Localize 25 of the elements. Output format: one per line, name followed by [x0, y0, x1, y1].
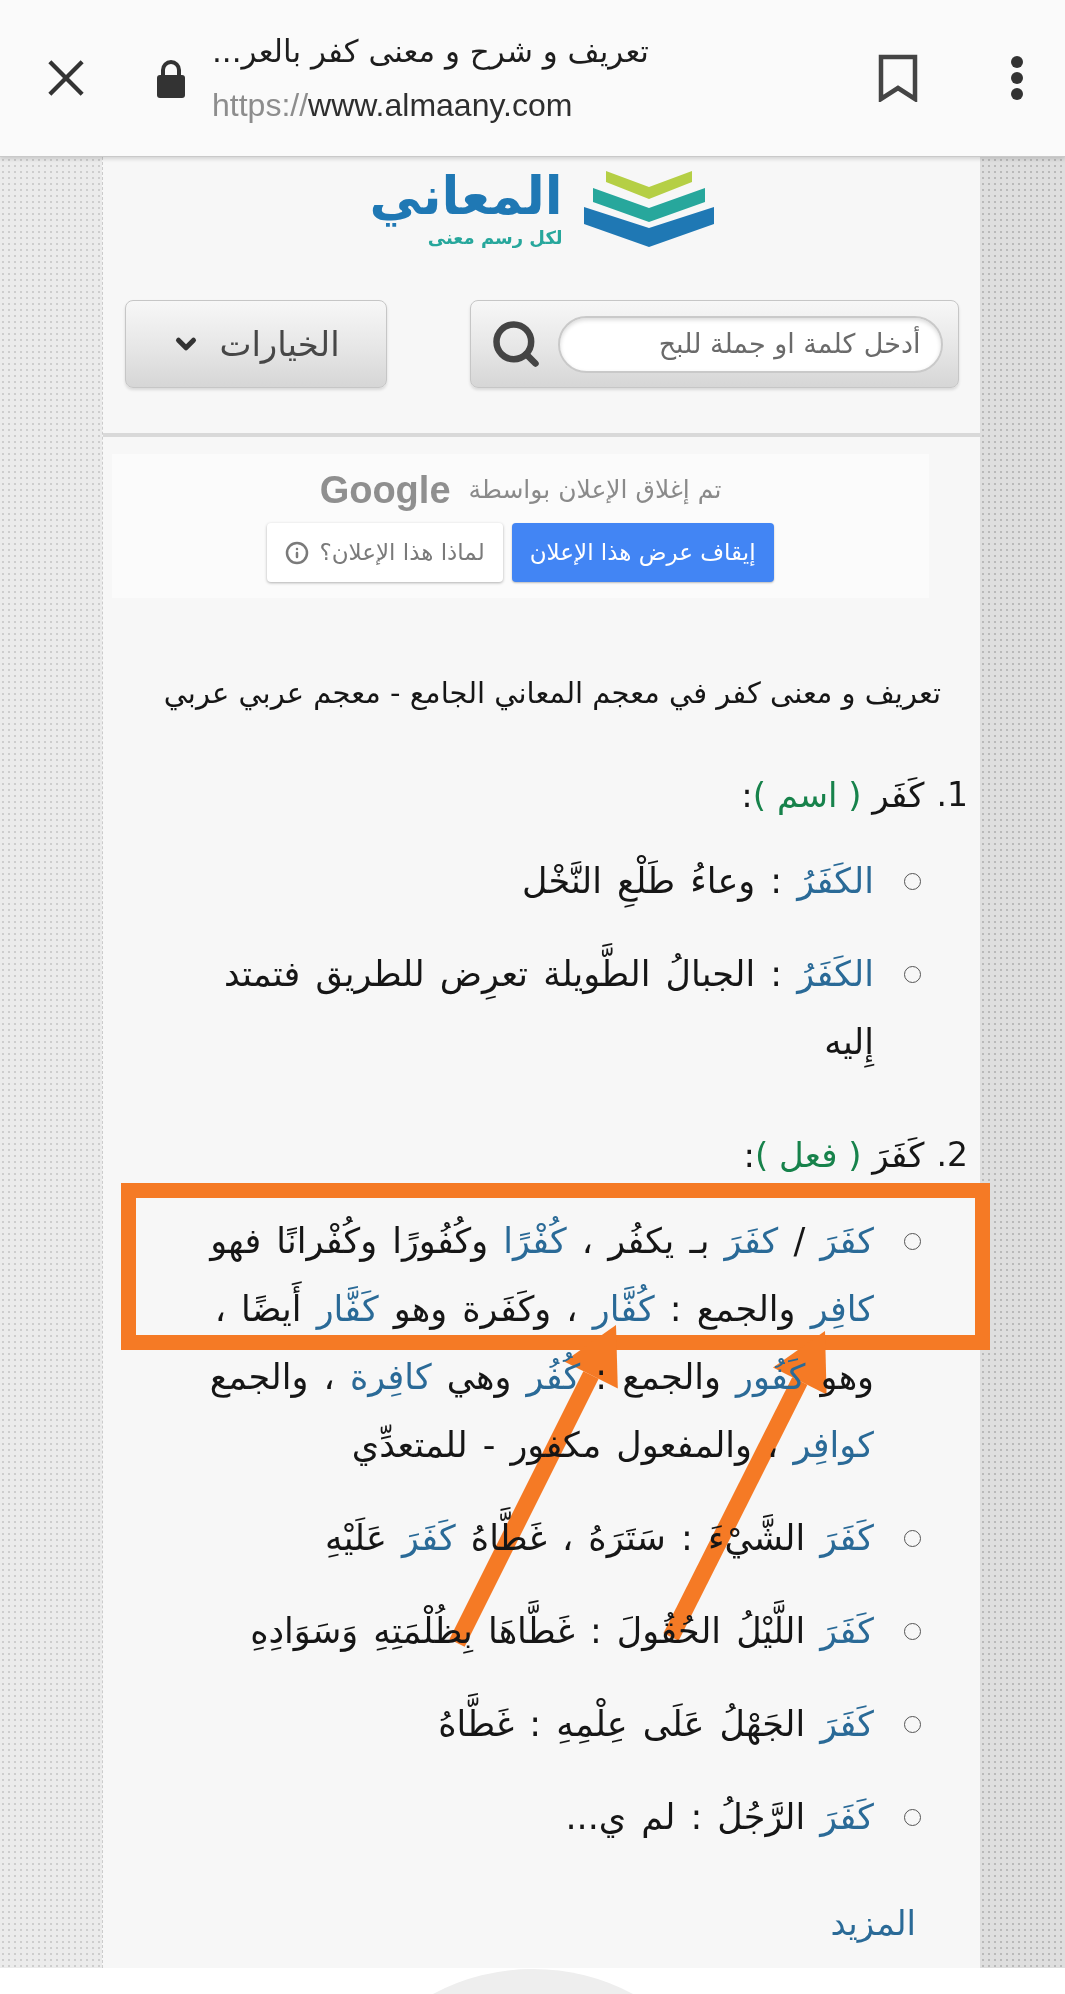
list-number: 2.: [936, 1134, 968, 1176]
info-icon: [285, 540, 310, 565]
why-ad-button[interactable]: لماذا هذا الإعلان؟: [267, 523, 503, 582]
page-heading: تعريف و معنى كفر في معجم المعاني الجامع - معجم عربي عربي: [163, 675, 941, 713]
lock-icon: [155, 58, 187, 98]
site-name[interactable]: المعاني: [369, 165, 563, 227]
definition-text: الكَفَرُ : وعاءُ طَلْعِ النَّخْل: [521, 847, 874, 915]
url-text: https://www.almaany.com: [212, 86, 573, 125]
close-icon[interactable]: [46, 59, 86, 97]
site-tagline: لكل رسم معنى: [427, 227, 563, 249]
definition-text: كَفَرَ الجَهْلُ عَلَى عِلْمِهِ : غَطَّاهُ: [438, 1690, 874, 1758]
more-menu-icon[interactable]: [1010, 56, 1024, 100]
entry-heading: كَفَر ( اسم ):: [741, 774, 925, 817]
bookmark-icon[interactable]: [878, 54, 918, 102]
list-number: 1.: [936, 774, 968, 816]
entry-heading: كَفَرَ ( فعل ):: [743, 1134, 925, 1177]
definition-text: الكَفَرُ : الجبالُ الطَّويلة تعرِض للطريق فتمتد إِليه: [161, 940, 874, 1076]
brand-wordmark: Google: [319, 470, 451, 510]
search-field[interactable]: أدخل كلمة او جملة للبح: [557, 315, 943, 373]
more-link[interactable]: المزيد: [830, 1889, 916, 1957]
ad-closed-message: تم إغلاق الإعلان بواسطة: [468, 474, 722, 507]
options-button[interactable]: الخيارات: [124, 300, 387, 388]
page-title: تعريف و شرح و معنى كفر بالعر...: [212, 32, 649, 72]
stop-ad-button[interactable]: إيقاف عرض هذا الإعلان: [511, 523, 774, 582]
definition-text: كَفَرَ الرَّجُلُ : لم ي...: [565, 1795, 874, 1840]
